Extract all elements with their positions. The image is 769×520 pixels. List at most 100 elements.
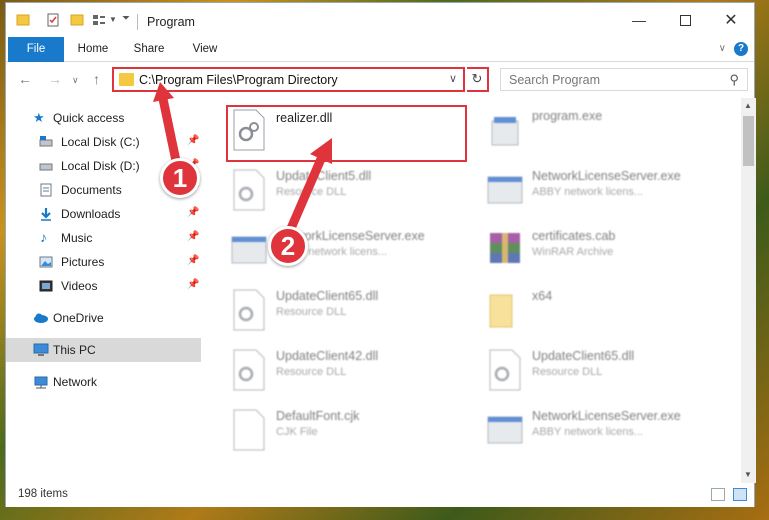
new-folder-icon[interactable] <box>70 13 84 27</box>
pictures-icon <box>39 255 53 269</box>
forward-arrow-icon[interactable]: → <box>48 71 62 87</box>
file-item[interactable]: UpdateClient5.dll Resource DLL <box>228 164 473 220</box>
sidebar-item-onedrive[interactable]: OneDrive <box>6 306 201 330</box>
dll-icon <box>230 349 268 391</box>
file-item[interactable]: x64 <box>484 284 729 340</box>
scroll-down-icon[interactable]: ▼ <box>744 470 752 479</box>
callout-badge-1: 1 <box>160 158 200 198</box>
sidebar-item-label: Videos <box>61 279 98 293</box>
file-name: UpdateClient42.dll <box>276 349 379 363</box>
search-placeholder: Search Program <box>509 73 601 87</box>
recent-dropdown-icon[interactable]: ∨ <box>72 75 79 86</box>
file-item[interactable]: certificates.cab WinRAR Archive <box>484 224 729 280</box>
sidebar-item-label: Downloads <box>61 207 121 221</box>
dll-icon <box>230 169 268 211</box>
file-item[interactable]: UpdateClient42.dll Resource DLL <box>228 344 473 400</box>
file-item[interactable]: UpdateClient65.dll Resource DLL <box>228 284 473 340</box>
dll-icon <box>230 289 268 331</box>
file-name: certificates.cab <box>532 229 616 243</box>
vertical-scrollbar[interactable]: ▲ ▼ <box>741 98 756 483</box>
sidebar-item-label: OneDrive <box>53 311 104 325</box>
drive-icon <box>39 159 53 173</box>
pin-icon: 📌 <box>187 231 200 242</box>
up-arrow-icon[interactable]: ↑ <box>93 71 100 87</box>
sidebar-item-label: This PC <box>53 343 96 357</box>
videos-icon <box>39 279 53 293</box>
scroll-up-icon[interactable]: ▲ <box>744 101 752 110</box>
sidebar-item-label: Documents <box>61 183 122 197</box>
sidebar-item-label: Music <box>61 231 93 245</box>
sidebar-item-pictures[interactable]: Pictures 📌 <box>6 250 201 274</box>
file-name: x64 <box>532 289 553 303</box>
sidebar-item-music[interactable]: ♪ Music 📌 <box>6 226 201 250</box>
details-view-icon[interactable] <box>711 488 725 501</box>
exe-icon <box>486 109 524 151</box>
file-item[interactable]: DefaultFont.cjk CJK File <box>228 404 473 460</box>
scroll-thumb[interactable] <box>743 116 754 166</box>
folder-icon[interactable] <box>16 13 30 27</box>
minimize-button[interactable]: — <box>616 3 662 37</box>
maximize-button[interactable] <box>662 3 708 37</box>
close-button[interactable]: ✕ <box>708 3 754 37</box>
sidebar-item-this-pc[interactable]: This PC <box>6 338 201 362</box>
file-item[interactable]: NetworkLicenseServer.exe ABBY network li… <box>484 404 729 460</box>
explorer-window: ▼ ⏷ Program — ✕ File Home Share View ∨ ?… <box>5 2 756 507</box>
tab-share[interactable]: Share <box>126 37 172 62</box>
sidebar-item-label: Pictures <box>61 255 105 269</box>
sidebar-item-downloads[interactable]: Downloads 📌 <box>6 202 201 226</box>
music-icon: ♪ <box>40 229 47 245</box>
sidebar-item-network[interactable]: Network <box>6 370 201 394</box>
file-name: UpdateClient65.dll <box>276 289 379 303</box>
tab-file[interactable]: File <box>8 37 64 62</box>
documents-icon <box>39 183 53 197</box>
network-icon <box>33 375 48 389</box>
search-input[interactable]: Search Program ⚲ <box>500 68 748 91</box>
file-type: CJK File <box>276 426 318 438</box>
item-count: 198 items <box>18 488 68 500</box>
file-type: ABBY network licens... <box>532 186 644 198</box>
file-item[interactable]: NetworkLicenseServer.exe ABBY network li… <box>228 224 473 280</box>
navigation-bar: ← → ∨ ↑ C:\Program Files\Program Directo… <box>6 63 754 95</box>
exe-icon <box>230 229 268 271</box>
pin-icon: 📌 <box>187 255 200 266</box>
file-icon <box>230 409 268 451</box>
file-item[interactable]: program.exe <box>484 104 729 160</box>
cloud-icon <box>33 311 48 325</box>
file-name: DefaultFont.cjk <box>276 409 360 423</box>
help-icon[interactable]: ? <box>734 42 748 56</box>
properties-icon[interactable] <box>46 13 60 27</box>
chevron-down-icon[interactable]: ∨ <box>449 72 457 85</box>
status-bar: 198 items <box>6 483 754 507</box>
pin-icon: 📌 <box>187 207 200 218</box>
file-type: Resource DLL <box>276 306 347 318</box>
back-arrow-icon[interactable]: ← <box>18 71 32 87</box>
view-icon[interactable] <box>92 13 106 27</box>
folder-icon <box>486 289 524 331</box>
file-type: WinRAR Archive <box>532 246 614 258</box>
folder-icon <box>119 73 134 86</box>
title-separator <box>137 14 138 30</box>
sidebar-item-videos[interactable]: Videos 📌 <box>6 274 201 298</box>
tab-home[interactable]: Home <box>70 37 116 62</box>
file-type: ABBY network licens... <box>532 426 644 438</box>
window-title: Program <box>147 15 195 29</box>
customize-toolbar-icon[interactable]: ⏷ <box>122 13 136 27</box>
dll-icon <box>486 349 524 391</box>
star-icon: ★ <box>33 110 45 125</box>
pin-icon: 📌 <box>187 279 200 290</box>
file-name: UpdateClient65.dll <box>532 349 635 363</box>
highlight-frame <box>226 105 467 162</box>
file-item[interactable]: NetworkLicenseServer.exe ABBY network li… <box>484 164 729 220</box>
search-icon: ⚲ <box>729 72 739 87</box>
sidebar-item-label: Network <box>53 375 98 389</box>
expand-ribbon-icon[interactable]: ∨ <box>719 43 726 54</box>
drive-icon <box>39 135 53 149</box>
file-type: Resource DLL <box>532 366 603 378</box>
large-icons-view-icon[interactable] <box>733 488 747 501</box>
sidebar-item-label: Local Disk (D:) <box>61 159 140 173</box>
refresh-button[interactable]: ↻ <box>467 67 489 92</box>
tab-view[interactable]: View <box>182 37 228 62</box>
file-item[interactable]: UpdateClient65.dll Resource DLL <box>484 344 729 400</box>
sidebar-item-label: Quick access <box>53 111 125 125</box>
chevron-down-icon[interactable]: ▼ <box>109 15 123 29</box>
